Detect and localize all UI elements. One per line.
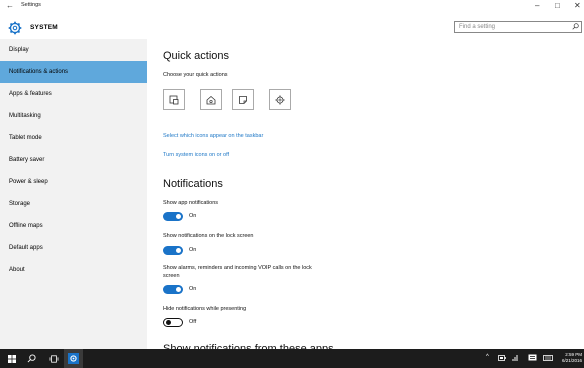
sidebar-item-power-sleep[interactable]: Power & sleep [0, 171, 147, 193]
tablet-mode-icon [169, 95, 179, 104]
lock-screen-toggle[interactable] [163, 246, 183, 255]
clock[interactable]: 2:59 PM 6/21/2016 [562, 352, 582, 364]
quick-actions-heading: Quick actions [163, 50, 230, 62]
search-placeholder: Find a setting [459, 23, 496, 30]
close-button[interactable]: ✕ [574, 1, 581, 10]
sidebar-item-offline-maps[interactable]: Offline maps [0, 215, 147, 237]
quick-action-tile-1[interactable] [163, 89, 185, 110]
chevron-up-icon[interactable]: ^ [486, 354, 489, 360]
settings-taskbar-button[interactable] [64, 349, 83, 368]
battery-icon[interactable] [498, 355, 506, 361]
back-arrow-icon[interactable]: ← [6, 1, 14, 10]
main-content: Quick actions Choose your quick actions … [163, 39, 584, 355]
gear-icon [8, 21, 22, 35]
quick-action-tile-2[interactable] [200, 89, 222, 110]
sidebar-item-notifications-actions[interactable]: Notifications & actions [0, 61, 147, 83]
toggle-state-label: Off [189, 319, 197, 325]
setting-label-alarms-line1: Show alarms, reminders and incoming VOIP… [163, 265, 312, 271]
note-icon [239, 95, 247, 104]
taskbar: ^ 2:59 PM 6/21/2016 [0, 349, 584, 368]
sidebar-item-storage[interactable]: Storage [0, 193, 147, 215]
quick-action-tile-4[interactable] [269, 89, 291, 110]
settings-gear-icon [275, 95, 285, 104]
sidebar-item-about[interactable]: About [0, 259, 147, 281]
setting-label-alarms-line2: screen [163, 273, 180, 279]
search-icon[interactable] [22, 349, 41, 368]
quick-actions-subtitle: Choose your quick actions [163, 72, 228, 78]
page-title: SYSTEM [30, 24, 58, 31]
system-icons-link[interactable]: Turn system icons on or off [163, 152, 229, 158]
network-icon[interactable] [512, 354, 520, 362]
windows-start-icon[interactable] [2, 349, 21, 368]
title-bar: ← Settings – □ ✕ [0, 0, 584, 14]
toggle-state-label: On [189, 213, 197, 219]
sidebar-item-apps-features[interactable]: Apps & features [0, 83, 147, 105]
toggle-state-label: On [189, 286, 197, 292]
app-notifications-toggle[interactable] [163, 212, 183, 221]
toggle-state-label: On [189, 247, 197, 253]
window-title: Settings [21, 2, 41, 8]
setting-label-lock-screen: Show notifications on the lock screen [163, 233, 254, 239]
keyboard-icon[interactable] [543, 355, 553, 361]
search-input[interactable]: Find a setting [454, 21, 582, 33]
taskbar-icons-link[interactable]: Select which icons appear on the taskbar [163, 133, 263, 139]
sidebar-item-multitasking[interactable]: Multitasking [0, 105, 147, 127]
sidebar-item-battery-saver[interactable]: Battery saver [0, 149, 147, 171]
settings-icon [68, 353, 79, 364]
maximize-button[interactable]: □ [555, 1, 560, 10]
task-view-icon[interactable] [44, 349, 63, 368]
notification-icon[interactable] [528, 354, 537, 362]
setting-label-presenting: Hide notifications while presenting [163, 306, 247, 312]
sidebar-item-default-apps[interactable]: Default apps [0, 237, 147, 259]
notifications-heading: Notifications [163, 178, 223, 190]
clock-date: 6/21/2016 [561, 358, 582, 363]
minimize-button[interactable]: – [535, 1, 539, 10]
hide-while-presenting-toggle[interactable] [163, 318, 183, 327]
alarms-voip-toggle[interactable] [163, 285, 183, 294]
sidebar-item-display[interactable]: Display [0, 39, 147, 61]
quick-action-tile-3[interactable] [232, 89, 254, 110]
settings-home-icon [206, 95, 216, 104]
search-icon[interactable] [572, 23, 579, 30]
setting-label-app-notifications: Show app notifications [163, 200, 219, 206]
sidebar: Display Notifications & actions Apps & f… [0, 39, 147, 349]
sidebar-item-tablet-mode[interactable]: Tablet mode [0, 127, 147, 149]
